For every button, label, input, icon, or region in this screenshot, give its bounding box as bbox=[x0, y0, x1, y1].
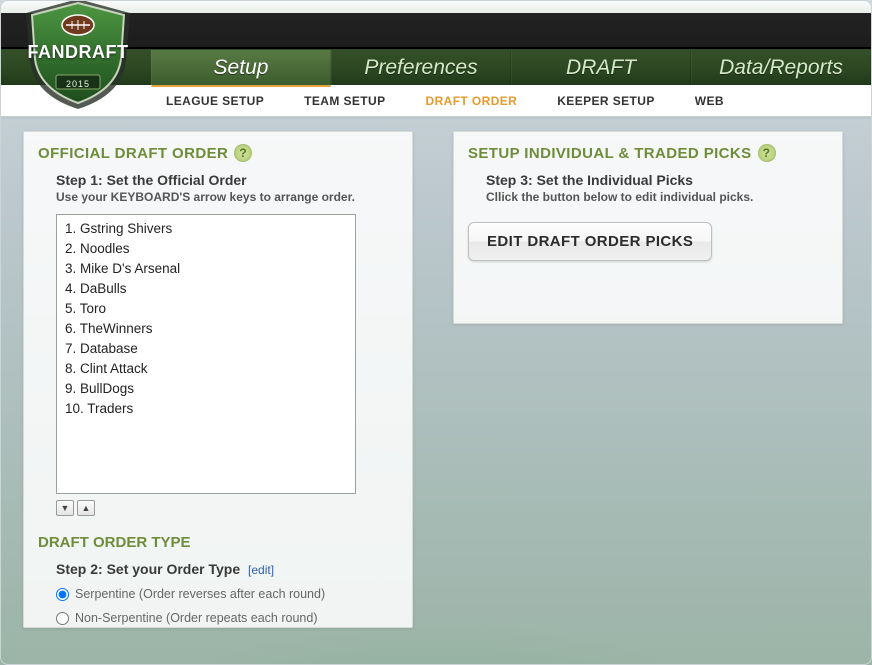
sub-nav: LEAGUE SETUP TEAM SETUP DRAFT ORDER KEEP… bbox=[1, 85, 871, 117]
step-1-title: Step 1: Set the Official Order bbox=[56, 172, 398, 188]
tab-data-reports[interactable]: Data/Reports bbox=[691, 50, 871, 85]
list-item[interactable]: 8. Clint Attack bbox=[59, 359, 353, 379]
radio-non-serpentine-label: Non-Serpentine (Order repeats each round… bbox=[75, 611, 318, 625]
edit-order-type-link[interactable]: [edit] bbox=[248, 563, 274, 577]
step-1-hint: Use your KEYBOARD'S arrow keys to arrang… bbox=[56, 190, 398, 204]
list-item[interactable]: 4. DaBulls bbox=[59, 279, 353, 299]
official-draft-order-title: OFFICIAL DRAFT ORDER bbox=[38, 145, 228, 162]
draft-order-type-title: DRAFT ORDER TYPE bbox=[38, 534, 398, 551]
title-bar bbox=[1, 13, 871, 49]
move-down-button[interactable]: ▼ bbox=[56, 500, 74, 516]
main-nav: Setup Preferences DRAFT Data/Reports bbox=[1, 49, 871, 85]
subtab-web[interactable]: WEB bbox=[695, 94, 724, 108]
list-item[interactable]: 9. BullDogs bbox=[59, 379, 353, 399]
list-item[interactable]: 3. Mike D's Arsenal bbox=[59, 259, 353, 279]
step-2-title: Step 2: Set your Order Type bbox=[56, 561, 240, 577]
list-item[interactable]: 10. Traders bbox=[59, 399, 353, 419]
list-item[interactable]: 1. Gstring Shivers bbox=[59, 219, 353, 239]
panel-individual-picks: SETUP INDIVIDUAL & TRADED PICKS ? Step 3… bbox=[453, 131, 843, 324]
list-item[interactable]: 7. Database bbox=[59, 339, 353, 359]
step-3-title: Step 3: Set the Individual Picks bbox=[486, 172, 828, 188]
subtab-team-setup[interactable]: TEAM SETUP bbox=[304, 94, 385, 108]
individual-picks-title: SETUP INDIVIDUAL & TRADED PICKS bbox=[468, 145, 752, 162]
step-3-hint: Cllick the button below to edit individu… bbox=[486, 190, 828, 204]
list-item[interactable]: 2. Noodles bbox=[59, 239, 353, 259]
help-icon[interactable]: ? bbox=[234, 144, 252, 162]
radio-non-serpentine[interactable] bbox=[56, 612, 69, 625]
tab-preferences[interactable]: Preferences bbox=[331, 50, 511, 85]
tab-draft[interactable]: DRAFT bbox=[511, 50, 691, 85]
move-up-button[interactable]: ▲ bbox=[77, 500, 95, 516]
subtab-draft-order[interactable]: DRAFT ORDER bbox=[426, 94, 518, 108]
list-item[interactable]: 5. Toro bbox=[59, 299, 353, 319]
subtab-league-setup[interactable]: LEAGUE SETUP bbox=[166, 94, 264, 108]
tab-setup[interactable]: Setup bbox=[151, 50, 331, 87]
radio-serpentine[interactable] bbox=[56, 588, 69, 601]
teams-listbox[interactable]: 1. Gstring Shivers2. Noodles3. Mike D's … bbox=[56, 214, 356, 494]
help-icon[interactable]: ? bbox=[758, 144, 776, 162]
subtab-keeper-setup[interactable]: KEEPER SETUP bbox=[557, 94, 655, 108]
list-item[interactable]: 6. TheWinners bbox=[59, 319, 353, 339]
radio-serpentine-label: Serpentine (Order reverses after each ro… bbox=[75, 587, 325, 601]
edit-draft-order-picks-button[interactable]: EDIT DRAFT ORDER PICKS bbox=[468, 222, 712, 261]
panel-official-draft-order: OFFICIAL DRAFT ORDER ? Step 1: Set the O… bbox=[23, 131, 413, 628]
